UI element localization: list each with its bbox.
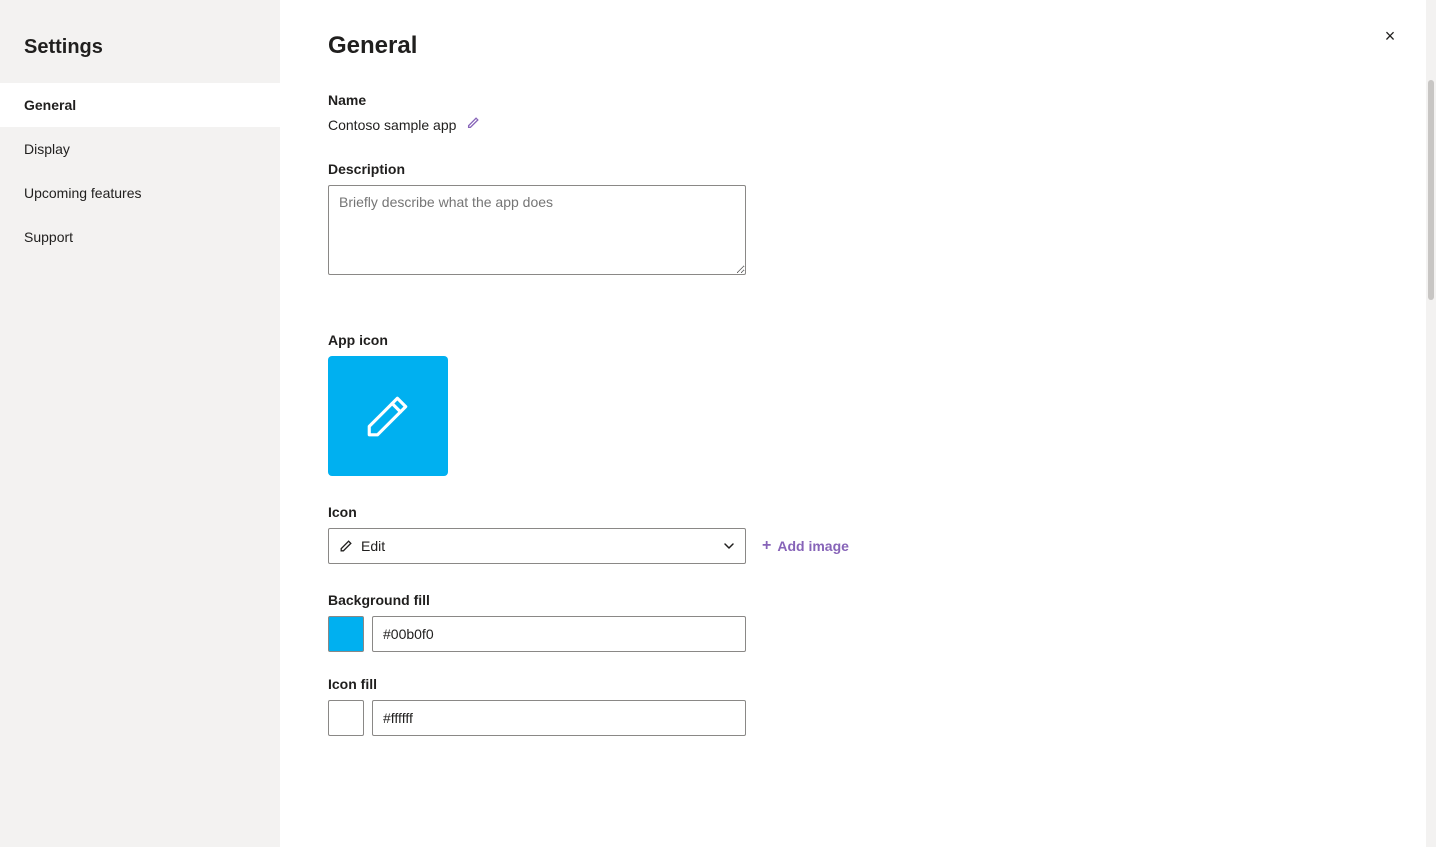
sidebar: Settings General Display Upcoming featur… — [0, 0, 280, 847]
background-fill-swatch[interactable] — [328, 616, 364, 652]
sidebar-item-general[interactable]: General — [0, 83, 280, 127]
icon-fill-row — [328, 700, 1378, 736]
sidebar-item-support[interactable]: Support — [0, 215, 280, 259]
name-edit-icon[interactable] — [466, 116, 480, 133]
description-label: Description — [328, 161, 1378, 177]
name-value: Contoso sample app — [328, 117, 456, 133]
icon-controls: Edit + Add image — [328, 528, 1378, 564]
name-label: Name — [328, 92, 1378, 108]
edit-small-icon — [339, 539, 353, 553]
sidebar-item-display[interactable]: Display — [0, 127, 280, 171]
description-textarea[interactable] — [328, 185, 746, 275]
icon-fill-label: Icon fill — [328, 676, 1378, 692]
icon-select-value: Edit — [361, 538, 385, 554]
icon-fill-swatch[interactable] — [328, 700, 364, 736]
background-fill-label: Background fill — [328, 592, 1378, 608]
scrollbar-thumb[interactable] — [1428, 80, 1434, 300]
add-image-button[interactable]: + Add image — [762, 537, 849, 555]
sidebar-title: Settings — [0, 20, 280, 83]
background-fill-row — [328, 616, 1378, 652]
close-button[interactable]: × — [1374, 20, 1406, 52]
scrollbar-area — [1426, 0, 1436, 847]
background-fill-section: Background fill — [328, 592, 1378, 652]
description-section: Description — [328, 161, 1378, 308]
sidebar-item-upcoming-features[interactable]: Upcoming features — [0, 171, 280, 215]
background-fill-input[interactable] — [372, 616, 746, 652]
icon-select-dropdown[interactable]: Edit — [328, 528, 746, 564]
page-title: General — [328, 32, 1378, 60]
name-row: Contoso sample app — [328, 116, 1378, 133]
icon-fill-section: Icon fill — [328, 676, 1378, 736]
icon-fill-input[interactable] — [372, 700, 746, 736]
icon-label: Icon — [328, 504, 1378, 520]
add-image-label: Add image — [777, 538, 849, 554]
app-icon-label: App icon — [328, 332, 1378, 348]
app-icon-section: App icon — [328, 332, 1378, 476]
main-content: × General Name Contoso sample app Descri… — [280, 0, 1426, 847]
plus-icon: + — [762, 537, 771, 555]
icon-section: Icon Edit + Add image — [328, 504, 1378, 564]
pencil-icon — [363, 391, 413, 441]
app-icon-preview[interactable] — [328, 356, 448, 476]
name-section: Name Contoso sample app — [328, 92, 1378, 133]
chevron-down-icon — [723, 540, 735, 552]
